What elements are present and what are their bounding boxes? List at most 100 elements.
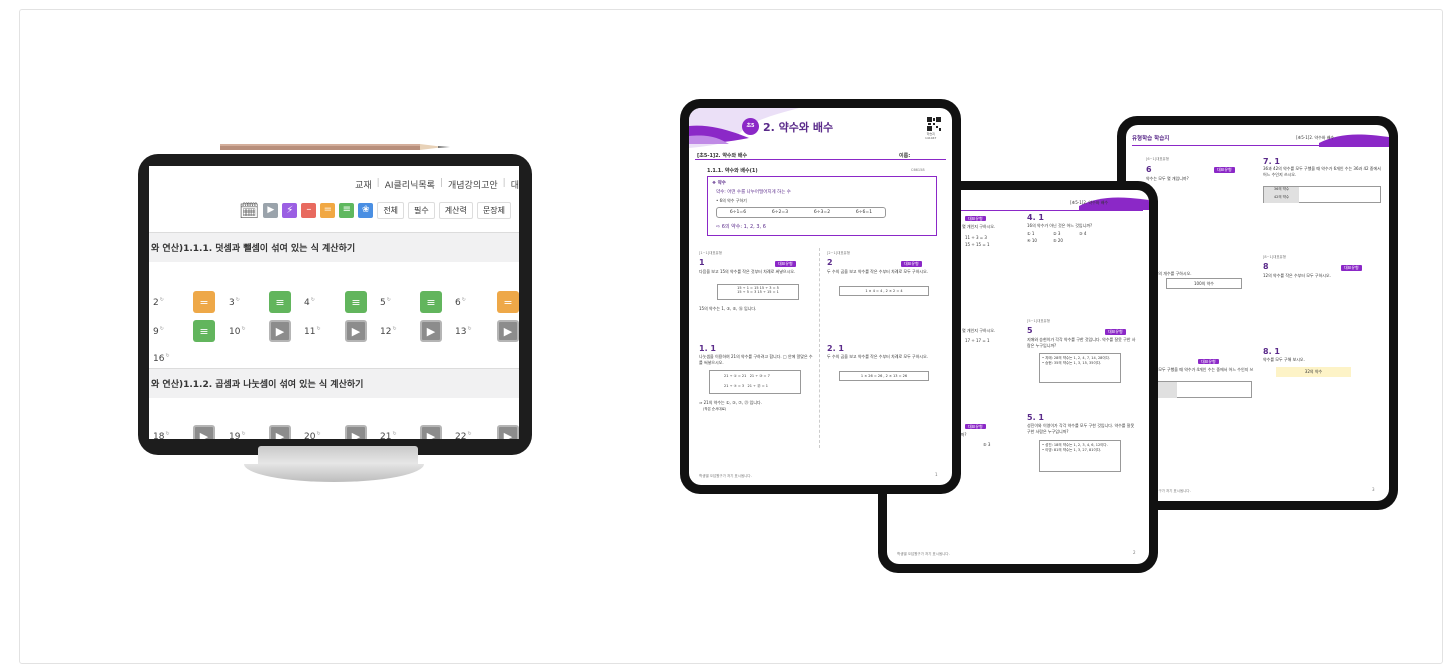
- pencil-icon: [220, 144, 450, 150]
- question-number: 5. 1: [1027, 413, 1044, 422]
- question-label: [2~1]대표유형: [827, 251, 850, 255]
- question-number: 5↻: [380, 296, 391, 308]
- top-nav: 교재 | AI클리닉목록 | 개념강의고안 | 대: [355, 178, 519, 191]
- worksheet-header-unit: [초5-1]2. 약수와 배수: [1296, 135, 1335, 140]
- equation-text: 15 ÷ 15 = 1: [965, 242, 990, 247]
- page-number: 3: [1372, 487, 1375, 492]
- question-text: 약수는 모두 몇 개입니까?: [1146, 176, 1189, 181]
- question-number: 12↻: [380, 325, 397, 337]
- tablet-left-screen: 교재 | AI클리닉목록 | 개념강의고안 | 대 🗓 ▶ ⚡ – = ≡ ❀ 전체 …: [149, 166, 519, 439]
- question-label: [1~1]대표유형: [699, 251, 722, 255]
- page-footer: 학생별 오답원구가 저기 표시됩니다.: [699, 474, 752, 478]
- question-row-1: 2↻ = 3↻ ≡ 4↻ ≡ 5↻ ≡ 6↻ =: [149, 291, 519, 315]
- answer-box: • 성진: 18의 약수는 1, 2, 3, 4, 6, 12이다. • 이영:…: [1039, 440, 1121, 472]
- question-green-icon[interactable]: ≡: [420, 291, 442, 313]
- filter-blue-icon[interactable]: ❀: [358, 203, 374, 218]
- question-play-icon[interactable]: ▶: [497, 425, 519, 439]
- question-row-4: 18↻ ▶ 19↻ ▶ 20↻ ▶ 21↻ ▶ 22↻ ▶: [149, 425, 519, 439]
- question-number: 5: [1027, 326, 1033, 335]
- answer-box: 1 × 26 = 26 , 2 × 13 = 26: [839, 371, 929, 381]
- question-play-icon[interactable]: ▶: [420, 320, 442, 342]
- question-play-icon[interactable]: ▶: [269, 425, 291, 439]
- equation-text: 11 ÷ 3 = 3: [965, 235, 987, 240]
- question-badge: 대표유형: [1105, 329, 1126, 335]
- question-text: 36과 42의 약수를 모두 구했을 때 약수가 6개인 수는 36과 42 중…: [1263, 166, 1381, 177]
- worksheet-header-title: 유형학습 학습지: [1132, 136, 1170, 142]
- answer-line: 15의 약수는 1, ③, ⑤, ⑮ 입니다.: [699, 306, 757, 311]
- filter-required-button[interactable]: 필수: [408, 202, 435, 219]
- answer-box: 1 × 4 = 4 , 2 × 2 = 4: [839, 286, 929, 296]
- question-green-icon[interactable]: ≡: [269, 291, 291, 313]
- question-text: 약수를 모두 구했을 때 약수가 4개인 수는 중에서 어느 수인지 쓰시오.: [1146, 367, 1254, 378]
- answer-box: 32의 약수: [1276, 367, 1351, 377]
- question-number: 4↻: [304, 296, 315, 308]
- filter-red-icon[interactable]: –: [301, 203, 317, 218]
- answer-line: ⇒ 21의 약수는 ①, ③, ⑦, ㉑ 입니다.: [699, 400, 762, 405]
- worksheet-header-unit: [초5-1]2. 약수와 배수: [1070, 200, 1109, 205]
- question-label: [6~1]대표유형: [1146, 157, 1169, 161]
- option-5: ⑤ 20: [1053, 238, 1063, 243]
- nav-item-more[interactable]: 대: [511, 178, 519, 191]
- question-text: 성진이와 이영이가 각각 약수를 모두 구한 것입니다. 약수를 잘못 구한 사…: [1027, 423, 1135, 434]
- question-number: 4. 1: [1027, 213, 1044, 222]
- question-number: 13↻: [455, 325, 472, 337]
- question-text: 12의 약수를 작은 수부터 모두 구하시오.: [1263, 273, 1331, 278]
- question-green-icon[interactable]: ≡: [193, 320, 215, 342]
- question-number: 16↻: [153, 352, 170, 364]
- filter-all-button[interactable]: 전체: [377, 202, 405, 219]
- answer-box: 15 ÷ 1 = 15 15 ÷ 3 = 5 15 ÷ 5 = 3 15 ÷ 1…: [717, 284, 799, 300]
- question-play-icon[interactable]: ▶: [193, 425, 215, 439]
- question-badge: 대표유형: [901, 261, 922, 267]
- concept-label: ❖ 약수: [712, 181, 726, 186]
- nav-item-textbook[interactable]: 교재: [355, 178, 372, 191]
- question-orange-icon[interactable]: =: [497, 291, 519, 313]
- question-label: [5~1]대표유형: [1027, 319, 1050, 323]
- question-play-icon[interactable]: ▶: [345, 320, 367, 342]
- question-text: 를 몇 개인지 구하시오.: [957, 328, 996, 333]
- question-number: 19↻: [229, 430, 246, 440]
- filter-video-icon[interactable]: ▶: [263, 203, 279, 218]
- filter-calc-button[interactable]: 계산력: [438, 202, 473, 219]
- question-text: 나눗셈을 이용하여 21의 약수를 구하려고 합니다. □ 안에 알맞은 수를 …: [699, 354, 813, 365]
- question-text: 두 수의 곱을 보고 약수를 작은 수부터 차례로 모두 구하시오.: [827, 269, 929, 274]
- nav-item-ai-clinic[interactable]: AI클리닉목록: [385, 178, 435, 191]
- lesson-code: C66158: [911, 168, 925, 172]
- question-number: 1. 1: [699, 344, 716, 353]
- question-play-icon[interactable]: ▶: [269, 320, 291, 342]
- question-number: 2: [827, 258, 833, 267]
- question-row-2: 9↻ ≡ 10↻ ▶ 11↻ ▶ 12↻ ▶ 13↻ ▶: [149, 320, 519, 344]
- option-text: ⑤ 3: [983, 442, 991, 447]
- question-badge: 대표유형: [775, 261, 796, 267]
- calendar-settings-icon[interactable]: 🗓: [239, 201, 259, 220]
- filter-lightning-icon[interactable]: ⚡: [282, 203, 298, 218]
- question-number: 2↻: [153, 296, 164, 308]
- question-orange-icon[interactable]: =: [193, 291, 215, 313]
- answer-table: 의 약수 의 약수: [1146, 381, 1252, 398]
- tablet-left: 교재 | AI클리닉목록 | 개념강의고안 | 대 🗓 ▶ ⚡ – = ≡ ❀ 전체 …: [138, 154, 532, 455]
- option-3: ③ 4: [1079, 231, 1087, 236]
- question-number: 22↻: [455, 430, 472, 440]
- concept-result: ⇨ 6의 약수: 1, 2, 3, 6: [716, 224, 766, 230]
- filter-green-icon[interactable]: ≡: [339, 203, 355, 218]
- question-number: 8: [1263, 262, 1269, 271]
- page-footer: 학생별 오답원구가 저기 표시됩니다.: [897, 552, 950, 556]
- filter-orange-icon[interactable]: =: [320, 203, 336, 218]
- nav-item-lecture[interactable]: 개념강의고안: [448, 178, 498, 191]
- answer-box: 21 ÷ ① = 21 21 ÷ ③ = 7 21 ÷ ⑦ = 3 21 ÷ ㉑…: [709, 370, 801, 394]
- option-4: ④ 10: [1027, 238, 1037, 243]
- question-text: 16의 약수가 아닌 것은 어느 것입니까?: [1027, 223, 1093, 228]
- question-label: [8~1]대표유형: [1263, 255, 1286, 259]
- question-play-icon[interactable]: ▶: [497, 320, 519, 342]
- question-text: 약수를 모두 구해 보시오.: [1263, 357, 1305, 362]
- qr-code-icon: [927, 117, 941, 131]
- question-play-icon[interactable]: ▶: [345, 425, 367, 439]
- filter-word-button[interactable]: 문장제: [476, 202, 511, 219]
- question-badge: 대표유형: [965, 216, 986, 222]
- equation-text: 17 ÷ 17 = 1: [965, 338, 990, 343]
- question-text: 다음을 보고 15의 약수를 작은 것부터 차례로 써넣으시오.: [699, 269, 796, 274]
- question-badge: 대표유형: [1341, 265, 1362, 271]
- question-green-icon[interactable]: ≡: [345, 291, 367, 313]
- question-play-icon[interactable]: ▶: [420, 425, 442, 439]
- worksheet-header-unit: [초5-1]2. 약수와 배수: [697, 153, 748, 159]
- question-number: 21↻: [380, 430, 397, 440]
